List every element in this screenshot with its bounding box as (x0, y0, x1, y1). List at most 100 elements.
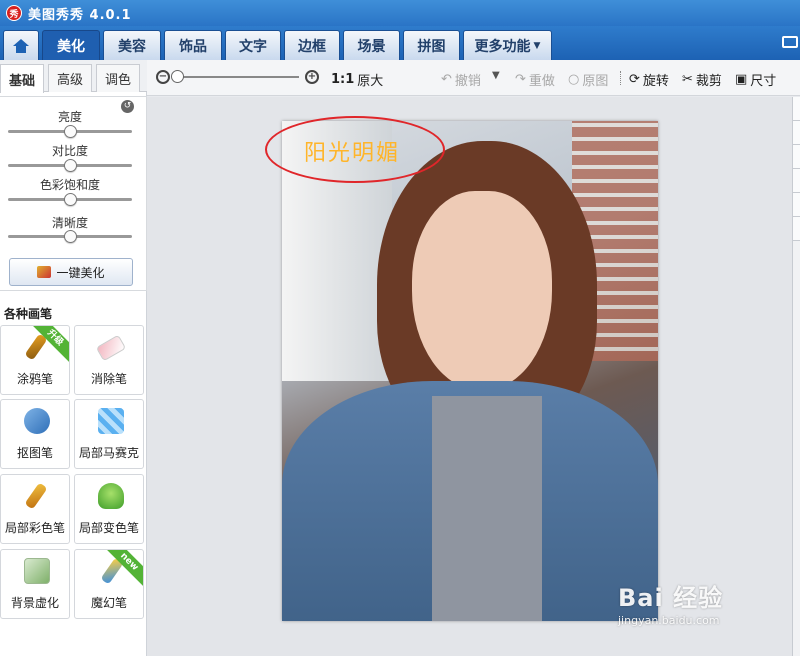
resize-icon: ▣ (735, 72, 748, 87)
mosaic-icon (98, 408, 124, 434)
contrast-label: 对比度 (51, 144, 88, 158)
zoom-slider-track[interactable] (177, 76, 299, 78)
toolbar-divider (620, 71, 621, 85)
right-panel-tab[interactable] (793, 217, 800, 241)
photo-face-region (412, 191, 552, 391)
subtab-advanced[interactable]: 高级 (48, 64, 92, 92)
tab-frame[interactable]: 边框 (284, 30, 340, 60)
subtab-color-adjust[interactable]: 调色 (96, 64, 140, 92)
undo-icon: ↶ (441, 72, 452, 87)
photo-shirt-region (432, 396, 542, 621)
brush-mosaic-label: 局部马赛克 (78, 446, 139, 460)
rotate-button[interactable]: ⟳ 旋转 (629, 70, 669, 89)
original-label: 原图 (582, 74, 609, 89)
recolor-brush-icon (98, 483, 124, 509)
subtab-bar: 基础 高级 调色 (0, 60, 147, 93)
brush-local-color[interactable]: 局部彩色笔 (0, 474, 70, 544)
brush-local-color-label: 局部彩色笔 (4, 521, 65, 535)
saturation-label: 色彩饱和度 (39, 178, 100, 192)
edit-toolbar: − + 1:1 原大 ↶ 撤销 ▼ ↷ 重做 ○ 原图 ⟳ 旋转 ✂ 裁剪 ▣ … (147, 60, 800, 96)
brush-background-blur[interactable]: 背景虚化 (0, 549, 70, 619)
main-nav: 美化 美容 饰品 文字 边框 场景 拼图 更多功能 ▼ (0, 26, 800, 60)
baidu-jingyan-watermark: Bai 经验 jingyan.baidu.com (618, 578, 798, 638)
brush-doodle[interactable]: 升级 涂鸦笔 (0, 325, 70, 395)
contrast-slider-knob[interactable] (63, 159, 77, 172)
tab-accessories[interactable]: 饰品 (164, 30, 222, 60)
right-panel-tab[interactable] (793, 121, 800, 145)
right-panel-tab[interactable] (793, 97, 800, 121)
undo-history-dropdown[interactable]: ▼ (492, 70, 500, 81)
left-panel: 基础 高级 调色 ↺ 亮度 对比度 色彩饱和度 清晰度 一键美化 各种画笔 升级… (0, 60, 147, 656)
tab-scene[interactable]: 场景 (343, 30, 400, 60)
brush-mosaic[interactable]: 局部马赛克 (74, 399, 144, 469)
actual-size-icon: 1:1 (331, 72, 355, 87)
cutout-pen-icon (24, 408, 50, 434)
actual-size-button[interactable]: 1:1 原大 (331, 70, 383, 89)
watermark-main-text: Bai 经验 (618, 584, 724, 612)
annotation-ellipse (265, 116, 445, 183)
brush-eraser[interactable]: 消除笔 (74, 325, 144, 395)
magic-wand-icon (37, 266, 52, 278)
right-panel-tab[interactable] (793, 145, 800, 169)
brush-magic-label: 魔幻笔 (90, 596, 127, 610)
redo-button[interactable]: ↷ 重做 (515, 70, 555, 89)
zoom-slider-knob[interactable] (171, 70, 184, 83)
actual-size-label: 原大 (357, 74, 384, 89)
home-button[interactable] (3, 30, 39, 60)
image-canvas[interactable]: 阳光明媚 (147, 97, 792, 656)
tab-makeup[interactable]: 美容 (103, 30, 161, 60)
redo-label: 重做 (528, 74, 555, 89)
resize-button[interactable]: ▣ 尺寸 (735, 70, 776, 89)
tab-more-label: 更多功能 (474, 38, 531, 55)
folder-icon[interactable] (782, 36, 798, 48)
color-brush-icon (24, 482, 48, 510)
sharpness-label: 清晰度 (51, 216, 88, 230)
chevron-down-icon: ▼ (492, 70, 500, 81)
right-panel-strip (792, 97, 800, 656)
app-logo-icon: 秀 (6, 5, 22, 21)
zoom-in-icon[interactable]: + (305, 70, 319, 84)
saturation-slider-knob[interactable] (63, 193, 77, 206)
brush-recolor-label: 局部变色笔 (78, 521, 139, 535)
title-bar: 秀 美图秀秀 4.0.1 (0, 0, 800, 26)
rotate-icon: ⟳ (629, 72, 640, 87)
brush-cutout-label: 抠图笔 (16, 446, 53, 460)
resize-label: 尺寸 (750, 74, 777, 89)
sharpness-slider-knob[interactable] (63, 230, 77, 243)
brightness-slider-knob[interactable] (63, 125, 77, 138)
brush-doodle-label: 涂鸦笔 (16, 372, 53, 386)
brightness-label: 亮度 (57, 110, 82, 124)
undo-label: 撤销 (454, 74, 481, 89)
tab-collage[interactable]: 拼图 (403, 30, 460, 60)
one-click-beautify-button[interactable]: 一键美化 (9, 258, 133, 286)
edited-photo[interactable]: 阳光明媚 (282, 121, 658, 621)
background-blur-icon (24, 558, 50, 584)
original-button[interactable]: ○ 原图 (568, 70, 608, 89)
one-click-beautify-label: 一键美化 (56, 265, 105, 280)
original-icon: ○ (568, 72, 580, 87)
undo-button[interactable]: ↶ 撤销 (441, 70, 481, 89)
app-title: 美图秀秀 4.0.1 (28, 7, 132, 23)
brush-background-blur-label: 背景虚化 (10, 596, 59, 610)
rotate-label: 旋转 (642, 74, 669, 89)
chevron-down-icon: ▼ (533, 40, 541, 51)
tab-text[interactable]: 文字 (225, 30, 281, 60)
right-panel-tab[interactable] (793, 193, 800, 217)
crop-label: 裁剪 (695, 74, 722, 89)
brush-cutout[interactable]: 抠图笔 (0, 399, 70, 469)
tab-beautify[interactable]: 美化 (42, 30, 100, 60)
redo-icon: ↷ (515, 72, 526, 87)
brush-eraser-label: 消除笔 (90, 372, 127, 386)
brush-magic[interactable]: new 魔幻笔 (74, 549, 144, 619)
right-panel-tab[interactable] (793, 169, 800, 193)
crop-button[interactable]: ✂ 裁剪 (682, 70, 722, 89)
scissors-icon: ✂ (682, 72, 693, 87)
home-icon (13, 38, 29, 53)
brush-recolor[interactable]: 局部变色笔 (74, 474, 144, 544)
subtab-basic[interactable]: 基础 (0, 64, 44, 93)
brush-section-title: 各种画笔 (4, 307, 53, 321)
eraser-icon (95, 334, 127, 362)
watermark-url: jingyan.baidu.com (618, 614, 720, 627)
tab-more-features[interactable]: 更多功能 ▼ (463, 30, 552, 60)
zoom-out-icon[interactable]: − (156, 70, 170, 84)
